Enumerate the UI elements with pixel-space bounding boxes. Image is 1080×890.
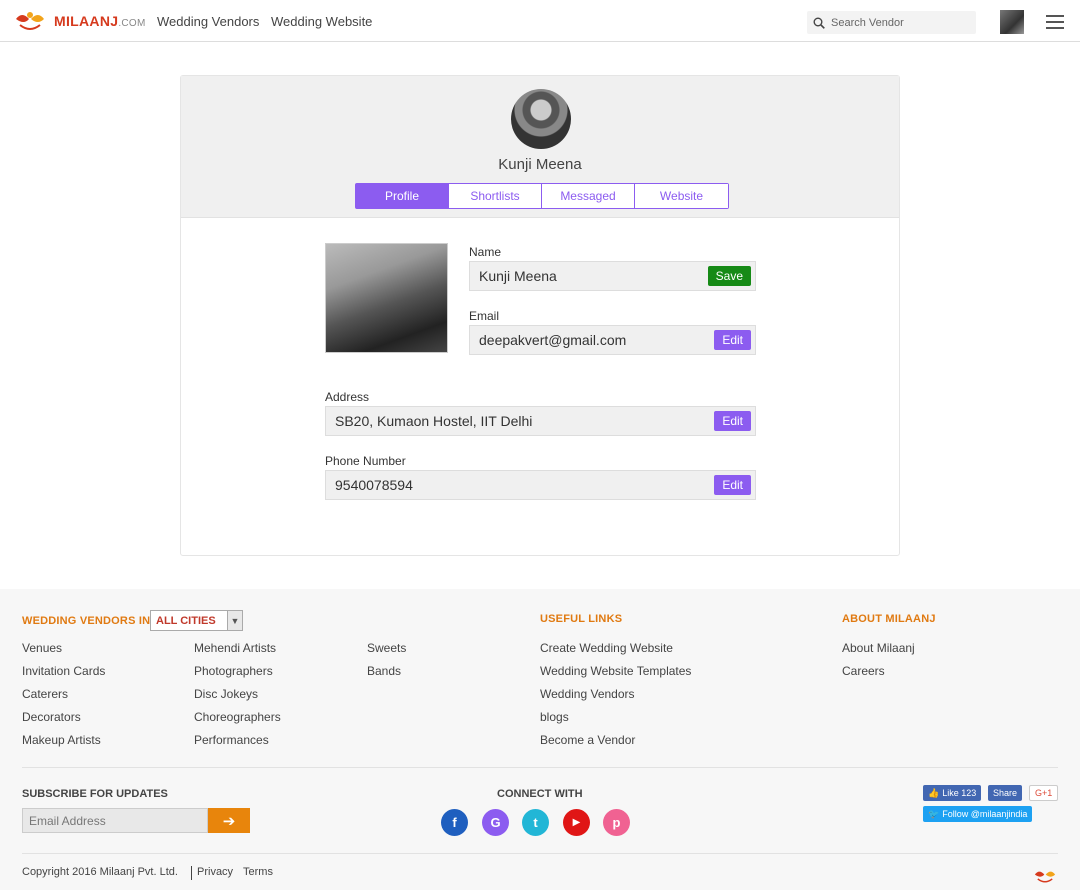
tab-profile[interactable]: Profile: [356, 184, 449, 208]
user-avatar[interactable]: [1000, 10, 1024, 34]
footer-link-sweets[interactable]: Sweets: [367, 641, 406, 655]
site-logo[interactable]: MILAANJ.COM: [12, 9, 146, 33]
footer-link-careers[interactable]: Careers: [842, 664, 885, 678]
search-icon: [813, 17, 825, 29]
phone-field[interactable]: 9540078594 Edit: [325, 470, 756, 500]
nav-wedding-vendors[interactable]: Wedding Vendors: [157, 14, 259, 29]
search-placeholder: Search Vendor: [831, 16, 904, 29]
logo-text: MILAANJ.COM: [54, 13, 146, 29]
about-heading: ABOUT MILAANJ: [842, 613, 936, 625]
menu-icon[interactable]: [1046, 15, 1064, 29]
address-field[interactable]: SB20, Kumaon Hostel, IIT Delhi Edit: [325, 406, 756, 436]
fb-share-button[interactable]: Share: [988, 785, 1023, 801]
edit-email-button[interactable]: Edit: [714, 330, 751, 350]
footer-divider: [22, 767, 1058, 768]
footer-link-choreographers[interactable]: Choreographers: [194, 710, 281, 724]
email-value: deepakvert@gmail.com: [479, 332, 627, 348]
footer-link-create-website[interactable]: Create Wedding Website: [540, 641, 673, 655]
twitter-bird-icon: 🐦: [928, 808, 940, 819]
footer-link-bands[interactable]: Bands: [367, 664, 401, 678]
google-plus-one-button[interactable]: G+1: [1029, 785, 1059, 801]
edit-phone-button[interactable]: Edit: [714, 475, 751, 495]
subscribe-email-input[interactable]: Email Address: [22, 808, 208, 833]
phone-label: Phone Number: [325, 454, 406, 468]
fb-like-label: Like 123: [942, 788, 977, 798]
footer-link-photographers[interactable]: Photographers: [194, 664, 273, 678]
footer-link-caterers[interactable]: Caterers: [22, 687, 68, 701]
profile-photo[interactable]: [325, 243, 448, 353]
footer-link-about[interactable]: About Milaanj: [842, 641, 915, 655]
nav-wedding-website[interactable]: Wedding Website: [271, 14, 372, 29]
footer-link-disc-jokeys[interactable]: Disc Jokeys: [194, 687, 258, 701]
useful-links-heading: USEFUL LINKS: [540, 613, 623, 625]
footer-link-privacy[interactable]: Privacy: [197, 866, 233, 878]
copyright-text: Copyright 2016 Milaanj Pvt. Ltd.: [22, 866, 178, 878]
profile-name: Kunji Meena: [498, 156, 582, 173]
phone-value: 9540078594: [335, 477, 413, 493]
tab-website[interactable]: Website: [635, 184, 728, 208]
email-label: Email: [469, 309, 500, 323]
profile-tabs: Profile Shortlists Messaged Website: [355, 183, 729, 209]
city-select-value: ALL CITIES: [156, 614, 216, 627]
profile-header: Kunji Meena Profile Shortlists Messaged …: [181, 76, 899, 218]
twitter-icon[interactable]: t: [522, 809, 549, 836]
profile-avatar: [511, 89, 571, 149]
name-field[interactable]: Kunji Meena Save: [469, 261, 756, 291]
subscribe-submit-button[interactable]: ➔: [208, 808, 250, 833]
address-label: Address: [325, 390, 370, 404]
chevron-down-icon: ▼: [227, 611, 242, 630]
footer-divider-bottom: [22, 853, 1058, 854]
vendors-heading: WEDDING VENDORS IN: [22, 615, 151, 627]
footer-link-website-templates[interactable]: Wedding Website Templates: [540, 664, 691, 678]
footer-link-mehendi-artists[interactable]: Mehendi Artists: [194, 641, 276, 655]
subscribe-heading: SUBSCRIBE FOR UPDATES: [22, 788, 168, 800]
facebook-icon[interactable]: f: [441, 809, 468, 836]
twitter-follow-button[interactable]: 🐦 Follow @milaanjindia: [923, 806, 1033, 822]
pinterest-icon[interactable]: p: [603, 809, 630, 836]
separator: [191, 866, 192, 880]
footer-link-wedding-vendors[interactable]: Wedding Vendors: [540, 687, 635, 701]
thumbs-up-icon: 👍: [928, 787, 940, 798]
email-field[interactable]: deepakvert@gmail.com Edit: [469, 325, 756, 355]
edit-address-button[interactable]: Edit: [714, 411, 751, 431]
tab-messaged[interactable]: Messaged: [542, 184, 635, 208]
connect-heading: CONNECT WITH: [497, 788, 583, 800]
top-header: MILAANJ.COM Wedding Vendors Wedding Webs…: [0, 0, 1080, 42]
google-plus-icon[interactable]: G: [482, 809, 509, 836]
save-name-button[interactable]: Save: [707, 266, 751, 286]
footer-link-venues[interactable]: Venues: [22, 641, 62, 655]
footer-link-decorators[interactable]: Decorators: [22, 710, 81, 724]
footer-link-invitation-cards[interactable]: Invitation Cards: [22, 664, 105, 678]
name-value: Kunji Meena: [479, 268, 557, 284]
youtube-icon[interactable]: ▶: [563, 809, 590, 836]
twitter-follow-label: Follow @milaanjindia: [942, 809, 1028, 819]
footer-link-become-vendor[interactable]: Become a Vendor: [540, 733, 635, 747]
footer-link-terms[interactable]: Terms: [243, 866, 273, 878]
search-vendor-input[interactable]: Search Vendor: [807, 11, 976, 34]
profile-card: Kunji Meena Profile Shortlists Messaged …: [180, 75, 900, 556]
footer-logo-icon: [1034, 871, 1056, 883]
footer-link-makeup-artists[interactable]: Makeup Artists: [22, 733, 101, 747]
footer-link-blogs[interactable]: blogs: [540, 710, 569, 724]
tab-shortlists[interactable]: Shortlists: [449, 184, 542, 208]
arrow-right-icon: ➔: [222, 812, 236, 830]
address-value: SB20, Kumaon Hostel, IIT Delhi: [335, 413, 533, 429]
logo-icon: [16, 12, 44, 30]
footer-link-performances[interactable]: Performances: [194, 733, 269, 747]
site-footer: WEDDING VENDORS IN ALL CITIES ▼ Venues I…: [0, 589, 1080, 890]
city-select[interactable]: ALL CITIES ▼: [150, 610, 243, 631]
name-label: Name: [469, 245, 502, 259]
fb-like-button[interactable]: 👍 Like 123: [923, 785, 982, 801]
